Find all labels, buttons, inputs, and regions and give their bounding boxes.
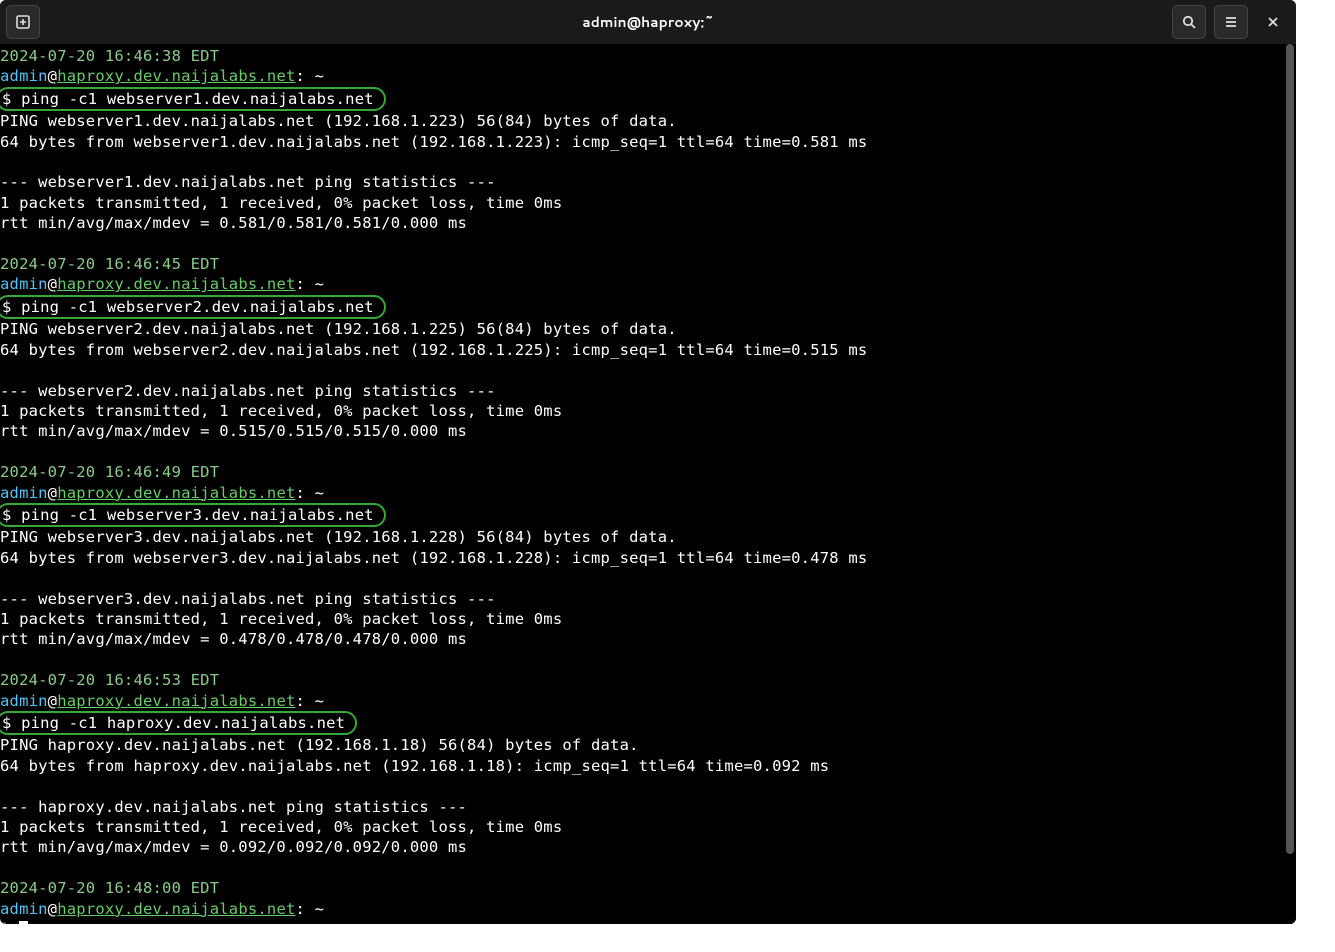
- window-title: admin@haproxy:~: [582, 12, 714, 32]
- output-line: [0, 152, 1296, 172]
- prompt-user: admin: [0, 484, 48, 502]
- prompt-suffix: : ~: [296, 67, 325, 85]
- timestamp: 2024-07-20 16:46:45 EDT: [0, 255, 219, 273]
- output-line: 1 packets transmitted, 1 received, 0% pa…: [0, 193, 1296, 213]
- output-line: 64 bytes from webserver3.dev.naijalabs.n…: [0, 548, 1296, 568]
- output-line: 64 bytes from webserver2.dev.naijalabs.n…: [0, 340, 1296, 360]
- prompt-suffix: : ~: [296, 900, 325, 918]
- prompt-suffix: : ~: [296, 484, 325, 502]
- output-line: [0, 568, 1296, 588]
- cursor: [19, 921, 28, 924]
- prompt-host: haproxy.dev.naijalabs.net: [57, 484, 295, 502]
- output-line: 1 packets transmitted, 1 received, 0% pa…: [0, 817, 1296, 837]
- timestamp: 2024-07-20 16:46:49 EDT: [0, 463, 219, 481]
- prompt-symbol: $: [2, 714, 21, 732]
- output-line: PING webserver1.dev.naijalabs.net (192.1…: [0, 111, 1296, 131]
- prompt-user: admin: [0, 900, 48, 918]
- output-line: PING haproxy.dev.naijalabs.net (192.168.…: [0, 735, 1296, 755]
- prompt-suffix: : ~: [296, 275, 325, 293]
- prompt-host: haproxy.dev.naijalabs.net: [57, 692, 295, 710]
- search-button[interactable]: [1172, 5, 1206, 39]
- search-icon: [1181, 14, 1197, 30]
- output-line: --- webserver1.dev.naijalabs.net ping st…: [0, 172, 1296, 192]
- titlebar: admin@haproxy:~: [0, 0, 1296, 44]
- prompt-at: @: [48, 275, 58, 293]
- prompt-user: admin: [0, 692, 48, 710]
- timestamp: 2024-07-20 16:48:00 EDT: [0, 879, 219, 897]
- prompt-user: admin: [0, 67, 48, 85]
- scrollbar[interactable]: [1284, 44, 1296, 924]
- output-line: --- webserver3.dev.naijalabs.net ping st…: [0, 589, 1296, 609]
- prompt-symbol: $: [2, 506, 21, 524]
- timestamp: 2024-07-20 16:46:53 EDT: [0, 671, 219, 689]
- command-highlight: $ ping -c1 haproxy.dev.naijalabs.net: [0, 711, 357, 735]
- output-line: --- haproxy.dev.naijalabs.net ping stati…: [0, 797, 1296, 817]
- prompt-at: @: [48, 900, 58, 918]
- output-line: 1 packets transmitted, 1 received, 0% pa…: [0, 609, 1296, 629]
- output-line: 64 bytes from webserver1.dev.naijalabs.n…: [0, 132, 1296, 152]
- output-line: PING webserver2.dev.naijalabs.net (192.1…: [0, 319, 1296, 339]
- close-icon: [1266, 15, 1280, 29]
- prompt-symbol: $: [2, 90, 21, 108]
- scrollbar-thumb[interactable]: [1286, 44, 1294, 854]
- command-text: ping -c1 webserver2.dev.naijalabs.net: [21, 298, 374, 316]
- prompt-user: admin: [0, 275, 48, 293]
- prompt-symbol: $: [2, 298, 21, 316]
- command-text: ping -c1 webserver1.dev.naijalabs.net: [21, 90, 374, 108]
- prompt-symbol: $: [0, 920, 19, 924]
- command-highlight: $ ping -c1 webserver1.dev.naijalabs.net: [0, 87, 386, 111]
- output-line: [0, 360, 1296, 380]
- new-tab-icon: [15, 14, 31, 30]
- prompt-at: @: [48, 484, 58, 502]
- command-highlight: $ ping -c1 webserver3.dev.naijalabs.net: [0, 503, 386, 527]
- output-line: rtt min/avg/max/mdev = 0.478/0.478/0.478…: [0, 629, 1296, 649]
- output-line: PING webserver3.dev.naijalabs.net (192.1…: [0, 527, 1296, 547]
- terminal-window: admin@haproxy:~: [0, 0, 1296, 924]
- menu-button[interactable]: [1214, 5, 1248, 39]
- command-highlight: $ ping -c1 webserver2.dev.naijalabs.net: [0, 295, 386, 319]
- output-line: --- webserver2.dev.naijalabs.net ping st…: [0, 381, 1296, 401]
- output-line: 64 bytes from haproxy.dev.naijalabs.net …: [0, 756, 1296, 776]
- timestamp: 2024-07-20 16:46:38 EDT: [0, 47, 219, 65]
- output-line: rtt min/avg/max/mdev = 0.581/0.581/0.581…: [0, 213, 1296, 233]
- output-line: rtt min/avg/max/mdev = 0.515/0.515/0.515…: [0, 421, 1296, 441]
- command-text: ping -c1 webserver3.dev.naijalabs.net: [21, 506, 374, 524]
- prompt-host: haproxy.dev.naijalabs.net: [57, 275, 295, 293]
- prompt-host: haproxy.dev.naijalabs.net: [57, 900, 295, 918]
- output-line: [0, 776, 1296, 796]
- close-button[interactable]: [1256, 5, 1290, 39]
- hamburger-icon: [1223, 14, 1239, 30]
- new-tab-button[interactable]: [6, 5, 40, 39]
- prompt-at: @: [48, 67, 58, 85]
- prompt-host: haproxy.dev.naijalabs.net: [57, 67, 295, 85]
- prompt-suffix: : ~: [296, 692, 325, 710]
- command-text: ping -c1 haproxy.dev.naijalabs.net: [21, 714, 345, 732]
- output-line: 1 packets transmitted, 1 received, 0% pa…: [0, 401, 1296, 421]
- prompt-at: @: [48, 692, 58, 710]
- output-line: rtt min/avg/max/mdev = 0.092/0.092/0.092…: [0, 837, 1296, 857]
- terminal-output[interactable]: 2024-07-20 16:46:38 EDTadmin@haproxy.dev…: [0, 44, 1296, 924]
